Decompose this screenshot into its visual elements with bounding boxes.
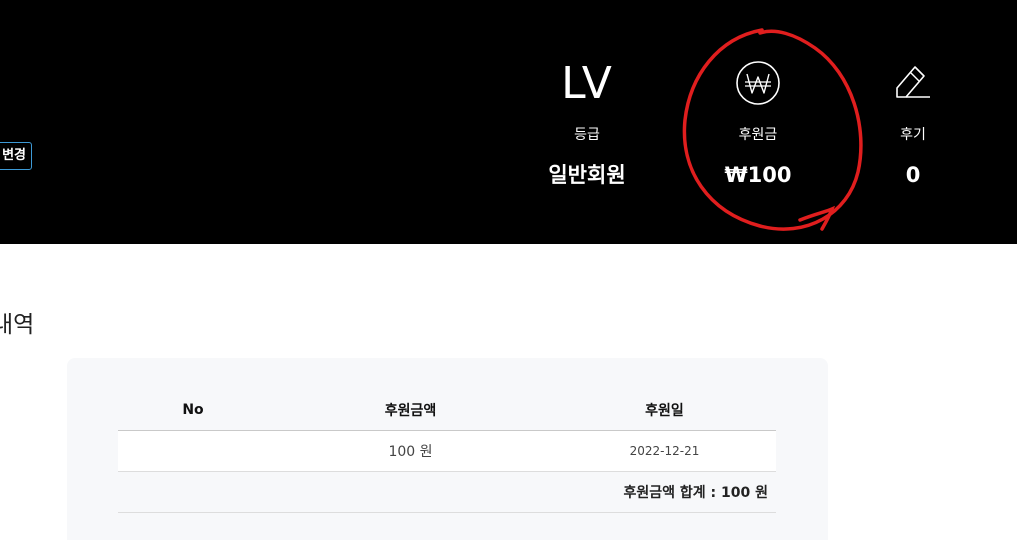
section-title: 내역 [0, 312, 35, 338]
review-value: 0 [905, 163, 921, 187]
column-header-date: 후원일 [553, 390, 776, 431]
donation-total: 후원금액 합계 : 100 원 [118, 471, 776, 513]
total-row: 후원금액 합계 : 100 원 [118, 471, 776, 513]
grade-stat: LV 등급 일반회원 [522, 0, 652, 187]
pencil-icon [896, 66, 930, 98]
donation-label: 후원금 [738, 127, 778, 143]
column-header-no: No [118, 390, 268, 431]
row-amount: 100 원 [268, 430, 553, 472]
table-row: 100 원 2022-12-21 [118, 430, 776, 472]
row-date: 2022-12-21 [553, 430, 776, 472]
won-circle-icon [736, 61, 780, 105]
column-header-amount: 후원금액 [268, 390, 553, 431]
grade-label: 등급 [574, 127, 600, 143]
donation-history-table: No 후원금액 후원일 100 원 2022-12-21 후원금액 합계 : 1… [118, 390, 776, 513]
grade-value: 일반회원 [548, 163, 626, 187]
row-no [118, 430, 268, 472]
donation-value: ₩100 [724, 163, 792, 187]
level-text: LV [561, 58, 613, 109]
table-header-row: No 후원금액 후원일 [118, 390, 776, 431]
review-label: 후기 [900, 127, 926, 143]
change-button[interactable]: 변경 [0, 142, 32, 170]
